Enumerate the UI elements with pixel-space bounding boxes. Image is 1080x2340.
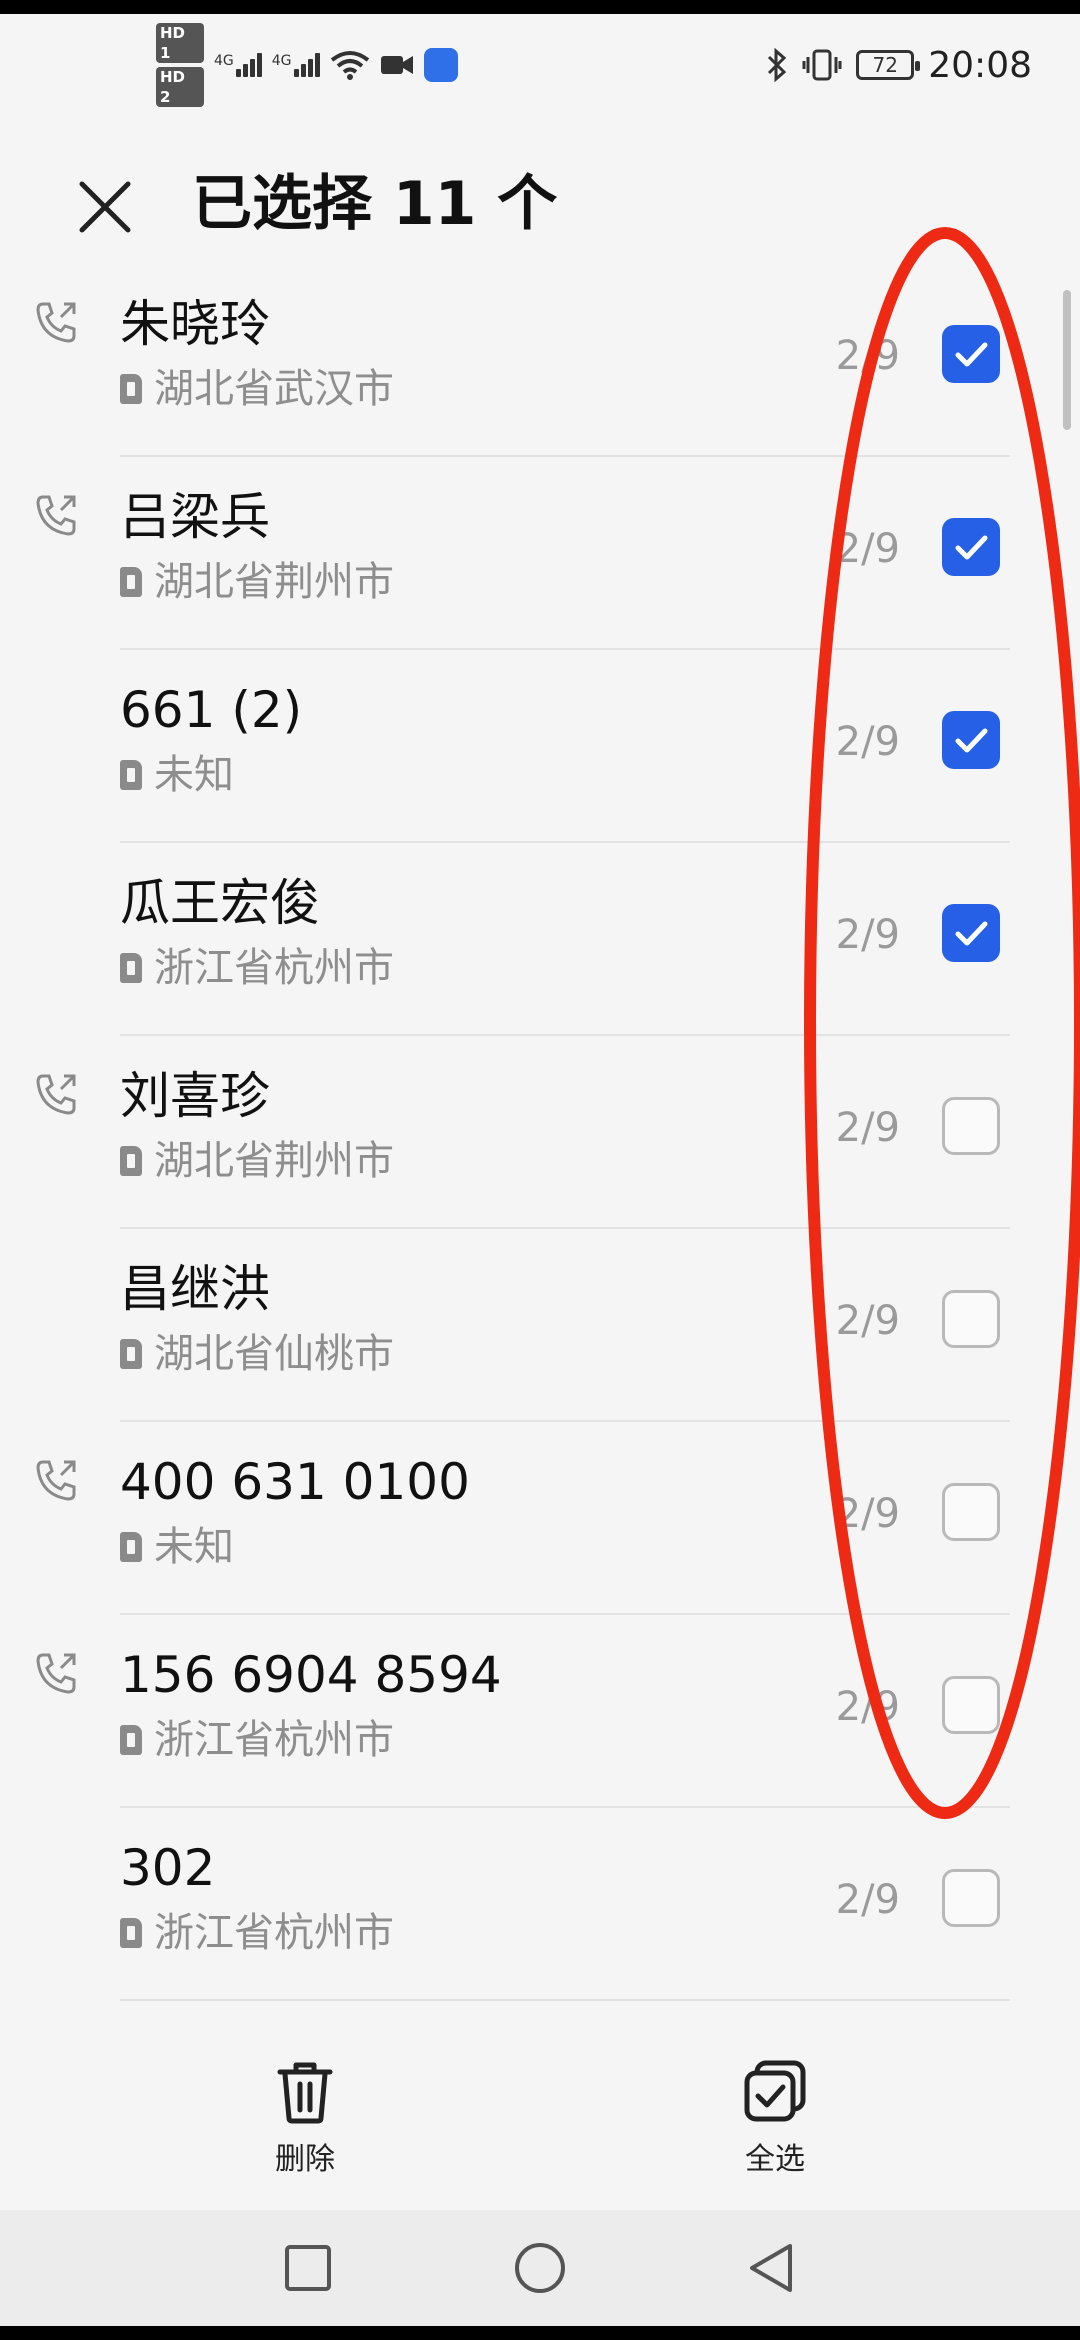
call-log-icon	[36, 495, 76, 536]
contact-name: 瓜王宏俊	[120, 874, 320, 932]
contact-location-row: 浙江省杭州市	[120, 1715, 394, 1765]
contact-location: 湖北省荆州市	[154, 559, 394, 605]
signal-4g-icon: 4G	[214, 53, 262, 77]
battery-icon: 72	[856, 50, 921, 80]
trash-icon	[277, 2062, 333, 2124]
select-all-icon	[744, 2060, 806, 2122]
shield-icon	[423, 48, 458, 82]
contact-name: 156 6904 8594	[120, 1646, 502, 1704]
sim-card-icon	[120, 953, 142, 983]
sim-card-icon	[120, 1339, 142, 1369]
bluetooth-icon	[768, 48, 787, 82]
contact-location: 浙江省杭州市	[154, 945, 394, 991]
sim-card-icon	[120, 374, 142, 404]
signal-4g-icon: 4G	[272, 53, 320, 77]
hd1-icon: HD 1	[156, 23, 204, 63]
contact-location: 未知	[154, 752, 234, 798]
sim-card-icon	[120, 1725, 142, 1755]
bottom-black-bar	[0, 2326, 1080, 2340]
contact-location: 湖北省武汉市	[154, 366, 394, 412]
annotation-ellipse	[804, 227, 1080, 1819]
call-log-icon	[36, 1460, 76, 1501]
contact-name: 302	[120, 1839, 216, 1897]
sim-card-icon	[120, 760, 142, 790]
call-count: 2/9	[835, 1877, 900, 1923]
call-log-icon	[36, 1074, 76, 1115]
delete-button[interactable]: 删除	[205, 2060, 405, 2178]
vibrate-icon	[802, 49, 842, 81]
call-log-icon	[36, 1653, 76, 1694]
back-icon[interactable]	[742, 2238, 802, 2298]
video-icon	[380, 56, 413, 74]
select-all-label: 全选	[745, 2142, 805, 2177]
contact-location-row: 湖北省荆州市	[120, 557, 394, 607]
call-log-icon	[36, 302, 76, 343]
hd2-icon: HD 2	[156, 67, 204, 107]
contact-location: 未知	[154, 1524, 234, 1570]
contact-location-row: 浙江省杭州市	[120, 943, 394, 993]
contact-name: 朱晓玲	[120, 295, 270, 353]
select-checkbox[interactable]	[942, 1869, 1000, 1927]
contact-name: 刘喜珍	[120, 1067, 270, 1125]
status-left-icons: HD 1 HD 2 4G 4G	[156, 23, 458, 107]
contact-name: 昌继洪	[120, 1260, 270, 1318]
contact-location: 湖北省荆州市	[154, 1138, 394, 1184]
contact-name: 661 (2)	[120, 681, 303, 739]
contact-location-row: 浙江省杭州市	[120, 1908, 394, 1958]
status-right-icons: 72 20:08	[766, 30, 1032, 100]
contact-location-row: 湖北省仙桃市	[120, 1329, 394, 1379]
delete-label: 删除	[275, 2142, 335, 2177]
sim-card-icon	[120, 1146, 142, 1176]
contact-location: 浙江省杭州市	[154, 1910, 394, 1956]
contact-location-row: 未知	[120, 1522, 234, 1572]
select-all-button[interactable]: 全选	[675, 2060, 875, 2178]
clock: 20:08	[928, 44, 1032, 86]
contact-location-row: 未知	[120, 750, 234, 800]
action-bar: 删除 全选	[0, 2040, 1080, 2210]
wifi-icon	[330, 51, 369, 80]
contact-name: 吕梁兵	[120, 488, 270, 546]
contact-location-row: 湖北省荆州市	[120, 1136, 394, 1186]
home-icon[interactable]	[510, 2238, 570, 2298]
page-title: 已选择 11 个	[192, 169, 558, 239]
contact-name: 400 631 0100	[120, 1453, 470, 1511]
contact-location: 湖北省仙桃市	[154, 1331, 394, 1377]
sim-card-icon	[120, 1532, 142, 1562]
recents-icon[interactable]	[278, 2238, 338, 2298]
sim-card-icon	[120, 1918, 142, 1948]
navigation-bar	[0, 2210, 1080, 2326]
contact-location-row: 湖北省武汉市	[120, 364, 394, 414]
hd-indicators: HD 1 HD 2	[156, 23, 204, 107]
close-icon[interactable]	[70, 172, 140, 242]
divider	[120, 1999, 1010, 2001]
contact-row[interactable]: 302 浙江省杭州市 2/9	[0, 1808, 1080, 2001]
sim-card-icon	[120, 567, 142, 597]
top-black-bar	[0, 0, 1080, 14]
contact-location: 浙江省杭州市	[154, 1717, 394, 1763]
